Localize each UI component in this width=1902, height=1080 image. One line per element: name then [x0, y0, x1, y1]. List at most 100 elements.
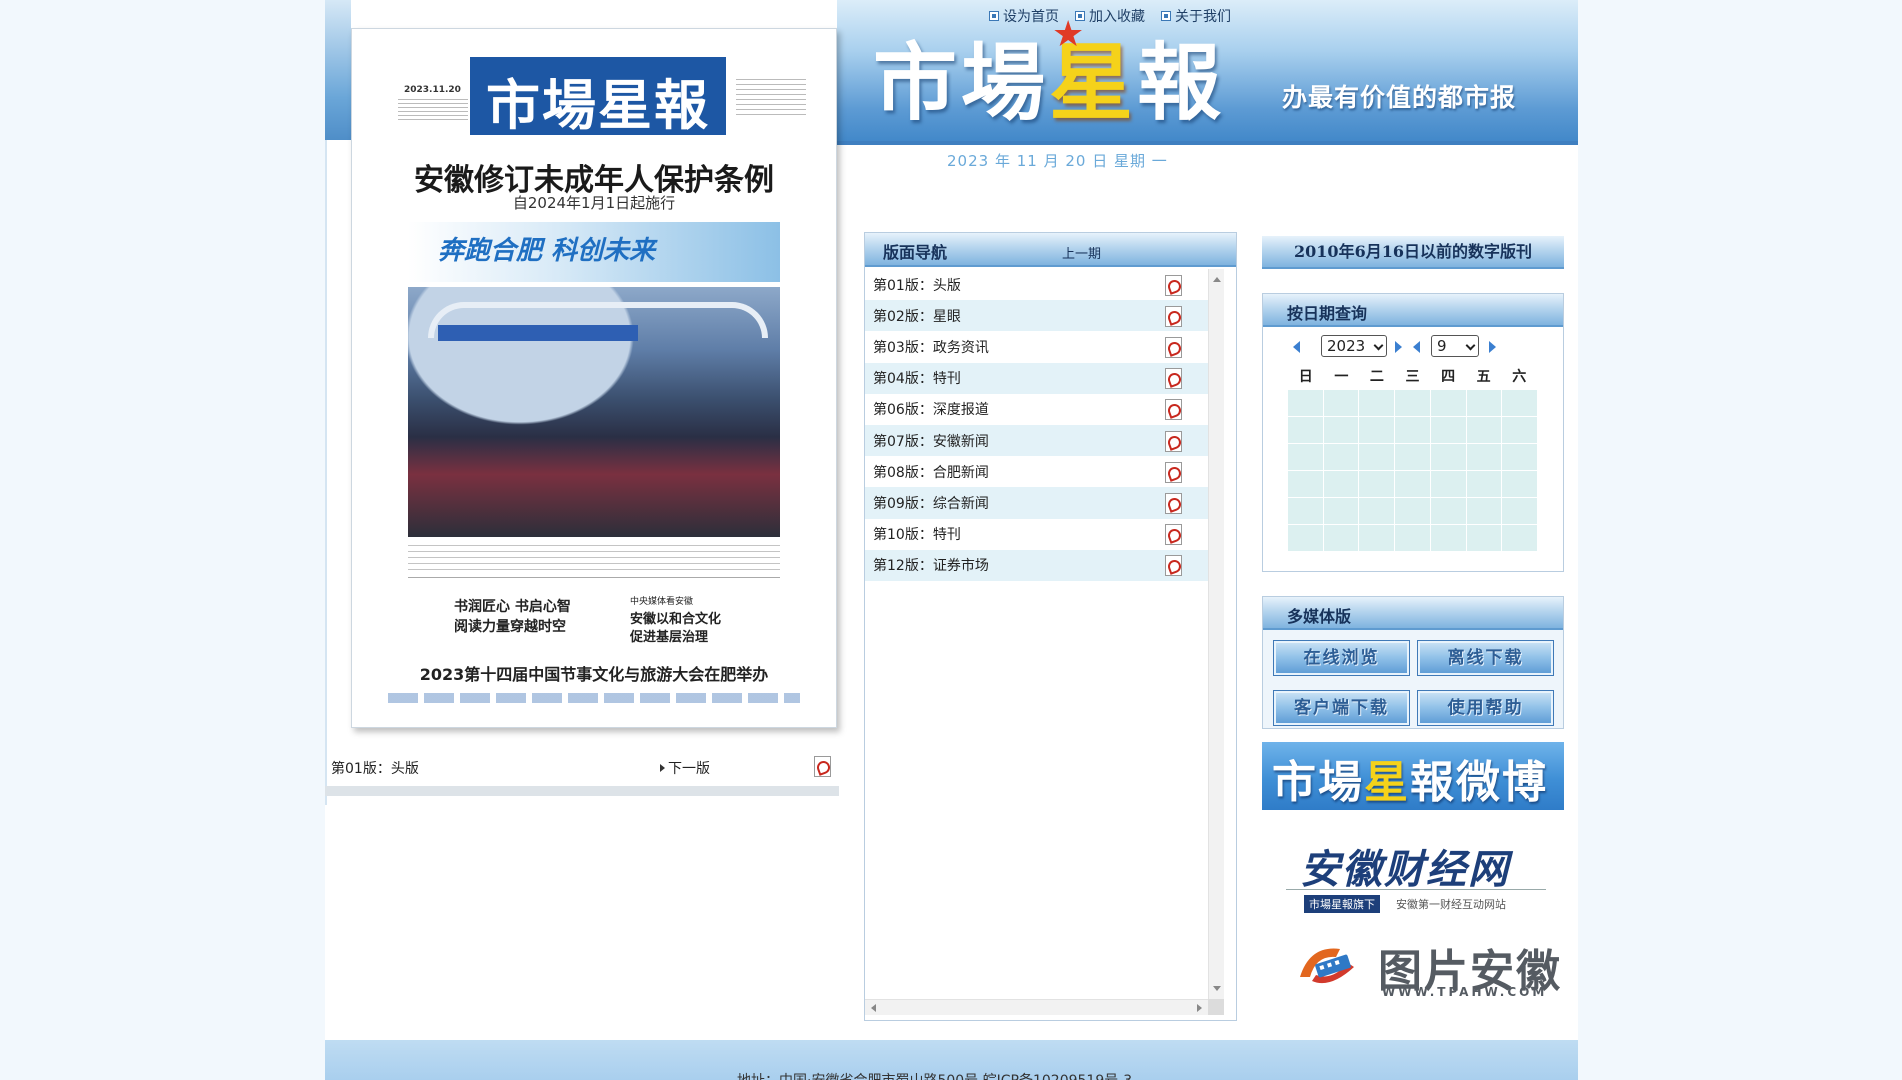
calendar-day-cell[interactable] [1288, 390, 1323, 416]
calendar-day-cell[interactable] [1359, 390, 1395, 416]
vertical-scrollbar[interactable] [1208, 269, 1224, 999]
calendar-day-cell[interactable] [1466, 390, 1502, 416]
month-select-value: 9 [1437, 337, 1447, 355]
horizontal-scrollbar[interactable] [865, 999, 1208, 1015]
page-list-item[interactable]: 第12版：证券市场 [865, 549, 1208, 581]
calendar-day-cell[interactable] [1323, 471, 1359, 497]
calendar-day-cell[interactable] [1466, 498, 1502, 524]
offline-download-button[interactable]: 离线下载 [1417, 640, 1554, 676]
calendar-day-cell[interactable] [1288, 498, 1323, 524]
calendar-day-cell[interactable] [1466, 525, 1502, 551]
calendar-day-cell[interactable] [1359, 471, 1395, 497]
calendar-day-cell[interactable] [1395, 498, 1430, 524]
next-year-icon[interactable] [1395, 341, 1402, 353]
paper-story-right: 中央媒体看安徽 安徽以和合文化 促进基层治理 [630, 593, 721, 647]
calendar-day-cell[interactable] [1323, 390, 1359, 416]
calendar-day-cell[interactable] [1359, 498, 1395, 524]
paper-photo-banner [438, 325, 638, 341]
next-month-icon[interactable] [1489, 341, 1496, 353]
calendar-day-cell[interactable] [1359, 525, 1395, 551]
calendar-day-cell[interactable] [1395, 525, 1430, 551]
calendar-day-cell[interactable] [1430, 525, 1466, 551]
calendar-day-cell[interactable] [1323, 444, 1359, 470]
page-list-item[interactable]: 第09版：综合新闻 [865, 487, 1208, 519]
page-list-item[interactable]: 第07版：安徽新闻 [865, 424, 1208, 457]
header-banner: 设为首页 加入收藏 关于我们 市場星報 ★ 办最有价值的都市报 [837, 0, 1578, 145]
pdf-icon[interactable] [1164, 524, 1182, 546]
pdf-icon[interactable] [1164, 430, 1182, 452]
calendar-day-cell[interactable] [1502, 498, 1537, 524]
calendar-day-cell[interactable] [1466, 444, 1502, 470]
help-button[interactable]: 使用帮助 [1417, 690, 1554, 726]
calendar-day-cell[interactable] [1395, 417, 1430, 443]
calendar-day-cell[interactable] [1430, 444, 1466, 470]
calendar-day-cell[interactable] [1323, 417, 1359, 443]
prev-year-icon[interactable] [1293, 341, 1300, 353]
calendar-day-cell[interactable] [1430, 498, 1466, 524]
page-list-item[interactable]: 第04版：特刊 [865, 362, 1208, 394]
calendar-day-cell[interactable] [1288, 471, 1323, 497]
calendar-day-cell[interactable] [1502, 525, 1537, 551]
calendar-day-cell[interactable] [1502, 444, 1537, 470]
calendar-day-cell[interactable] [1502, 417, 1537, 443]
weekday-label: 五 [1476, 369, 1491, 385]
pdf-icon[interactable] [1164, 492, 1182, 514]
page-list-item[interactable]: 第10版：特刊 [865, 519, 1208, 550]
pdf-icon[interactable] [1164, 336, 1182, 358]
calendar-day-cell[interactable] [1502, 390, 1537, 416]
calendar-day-cell[interactable] [1395, 390, 1430, 416]
calendar-days [1288, 390, 1537, 551]
page-list-item[interactable]: 第08版：合肥新闻 [865, 456, 1208, 487]
pdf-icon[interactable] [1164, 555, 1182, 577]
pdf-icon[interactable] [1164, 305, 1182, 327]
anhui-finance-tag: 市場星報旗下 [1304, 895, 1380, 913]
calendar-day-cell[interactable] [1430, 390, 1466, 416]
page-list-item[interactable]: 第06版：深度报道 [865, 394, 1208, 425]
calendar-day-cell[interactable] [1395, 444, 1430, 470]
page-list: 第01版：头版 第02版：星眼 第03版：政务资讯 第04版：特刊 第06版：深… [865, 269, 1208, 581]
paper-issue-date: 2023.11.20 [404, 85, 461, 95]
calendar-day-cell[interactable] [1323, 498, 1359, 524]
prev-month-icon[interactable] [1413, 341, 1420, 353]
newspaper-preview[interactable]: 市場星報 2023.11.20 安徽修订未成年人保护条例 自2024年1月1日起… [351, 28, 837, 728]
calendar-day-cell[interactable] [1323, 525, 1359, 551]
scroll-up-icon[interactable] [1213, 277, 1221, 282]
calendar-day-cell[interactable] [1359, 417, 1395, 443]
archive-link[interactable]: 2010年6月16日以前的数字版刊 [1262, 236, 1564, 269]
calendar-day-cell[interactable] [1430, 417, 1466, 443]
scroll-right-icon[interactable] [1197, 1004, 1202, 1012]
arrow-right-icon [660, 764, 665, 772]
next-page-link[interactable]: 下一版 [660, 758, 710, 778]
page-list-item[interactable]: 第01版：头版 [865, 269, 1208, 300]
calendar-day-cell[interactable] [1466, 471, 1502, 497]
calendar-day-cell[interactable] [1466, 417, 1502, 443]
client-download-button[interactable]: 客户端下载 [1273, 690, 1410, 726]
page-list-item[interactable]: 第02版：星眼 [865, 300, 1208, 332]
month-select[interactable]: 9 [1431, 335, 1479, 357]
scroll-left-icon[interactable] [871, 1004, 876, 1012]
pdf-icon[interactable] [813, 756, 831, 777]
weibo-banner[interactable]: 市場星報微博 [1262, 742, 1564, 810]
pdf-icon[interactable] [1164, 461, 1182, 483]
pdf-icon[interactable] [1164, 274, 1182, 296]
online-browse-button[interactable]: 在线浏览 [1273, 640, 1410, 676]
calendar-day-cell[interactable] [1395, 471, 1430, 497]
paper-fineprint-right [736, 79, 806, 119]
date-query-title: 按日期查询 [1287, 304, 1368, 323]
calendar-day-cell[interactable] [1502, 471, 1537, 497]
calendar-day-cell[interactable] [1430, 471, 1466, 497]
newspaper-page: 市場星報 2023.11.20 安徽修订未成年人保护条例 自2024年1月1日起… [358, 37, 830, 719]
previous-issue-link[interactable]: 上一期 [1062, 243, 1101, 262]
year-select[interactable]: 2023 [1321, 335, 1387, 357]
calendar-day-cell[interactable] [1359, 444, 1395, 470]
pdf-icon[interactable] [1164, 399, 1182, 421]
page-list-item[interactable]: 第03版：政务资讯 [865, 331, 1208, 362]
scroll-down-icon[interactable] [1213, 986, 1221, 991]
chevron-down-icon [1465, 340, 1476, 351]
calendar-day-cell[interactable] [1288, 417, 1323, 443]
pdf-icon[interactable] [1164, 368, 1182, 390]
calendar-day-cell[interactable] [1288, 525, 1323, 551]
weekday-label: 六 [1512, 369, 1527, 385]
page-wrapper: 设为首页 加入收藏 关于我们 市場星報 ★ 办最有价值的都市报 2023 年 1… [325, 0, 1578, 1080]
calendar-day-cell[interactable] [1288, 444, 1323, 470]
